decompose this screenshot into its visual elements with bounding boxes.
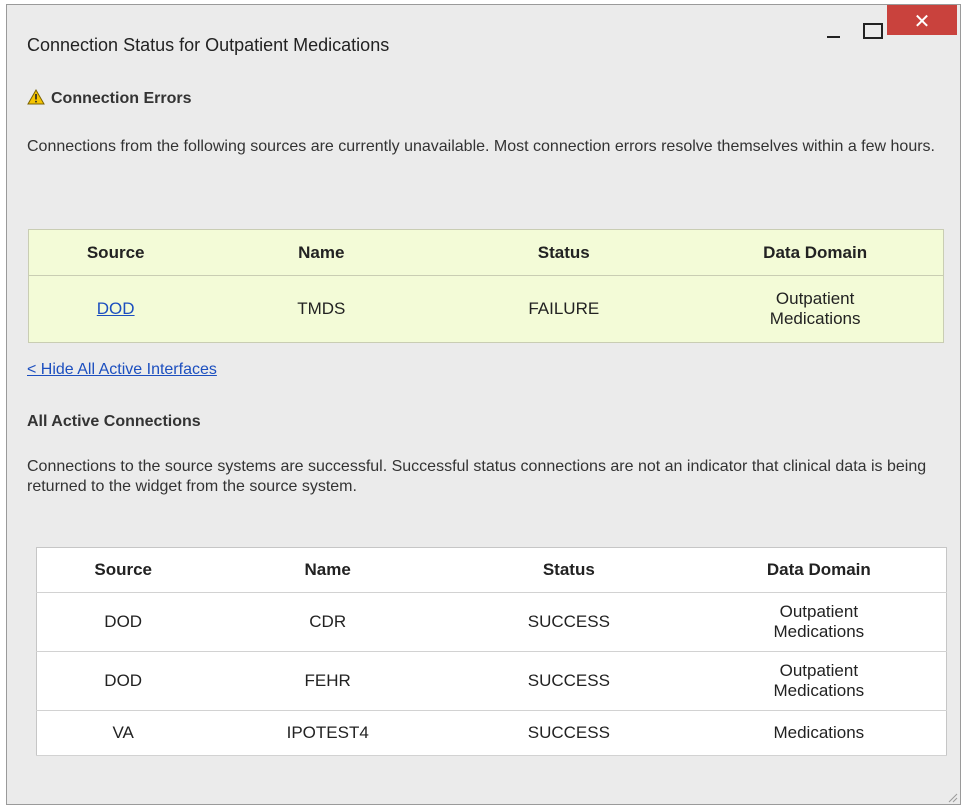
resize-grip-icon[interactable]	[946, 790, 958, 803]
status-cell: SUCCESS	[527, 671, 610, 690]
source-cell: DOD	[104, 671, 143, 690]
column-header-status: Status	[537, 242, 590, 262]
connection-errors-table: Source Name Status Data Domain DOD TMDS …	[28, 229, 944, 343]
table-row: DOD CDR SUCCESS Outpatient Medications	[36, 593, 947, 652]
table-header-row: Source Name Status Data Domain	[36, 548, 947, 593]
status-cell: SUCCESS	[527, 612, 610, 631]
hide-active-interfaces-link[interactable]: < Hide All Active Interfaces	[27, 361, 217, 379]
table-header-row: Source Name Status Data Domain	[28, 230, 944, 276]
data-domain-cell: Outpatient Medications	[769, 289, 861, 328]
column-header-source: Source	[94, 560, 153, 579]
active-connections-heading: All Active Connections	[27, 413, 201, 430]
name-cell: CDR	[309, 612, 347, 631]
column-header-name: Name	[298, 242, 345, 262]
connection-errors-heading: Connection Errors	[27, 88, 192, 110]
warning-triangle-icon	[27, 88, 45, 110]
status-cell: SUCCESS	[527, 723, 610, 742]
connection-errors-description: Connections from the following sources a…	[27, 138, 935, 155]
column-header-name: Name	[304, 560, 351, 579]
name-cell: FEHR	[304, 671, 351, 690]
connection-status-dialog: Connection Status for Outpatient Medicat…	[6, 4, 961, 805]
column-header-status: Status	[542, 560, 595, 579]
column-header-data-domain: Data Domain	[766, 560, 871, 579]
source-link-dod[interactable]: DOD	[97, 299, 135, 318]
data-domain-cell: Outpatient Medications	[773, 661, 865, 700]
column-header-source: Source	[86, 242, 145, 262]
name-cell: IPOTEST4	[286, 723, 369, 742]
dialog-title: Connection Status for Outpatient Medicat…	[27, 35, 390, 55]
table-row: DOD FEHR SUCCESS Outpatient Medications	[36, 652, 947, 711]
source-cell: DOD	[104, 612, 143, 631]
column-header-data-domain: Data Domain	[763, 242, 868, 262]
connection-errors-title: Connection Errors	[51, 90, 192, 107]
minimize-button[interactable]	[820, 15, 850, 39]
status-cell: FAILURE	[528, 299, 600, 318]
active-connections-table: Source Name Status Data Domain DOD CDR S…	[36, 547, 947, 756]
maximize-button[interactable]	[856, 15, 886, 39]
data-domain-cell: Medications	[773, 723, 865, 742]
source-cell: VA	[112, 723, 134, 742]
table-row: VA IPOTEST4 SUCCESS Medications	[36, 711, 947, 756]
table-row: DOD TMDS FAILURE Outpatient Medications	[28, 276, 944, 343]
close-button[interactable]: ✕	[887, 5, 957, 35]
data-domain-cell: Outpatient Medications	[773, 602, 865, 641]
active-connections-description: Connections to the source systems are su…	[27, 458, 927, 495]
name-cell: TMDS	[297, 299, 346, 318]
